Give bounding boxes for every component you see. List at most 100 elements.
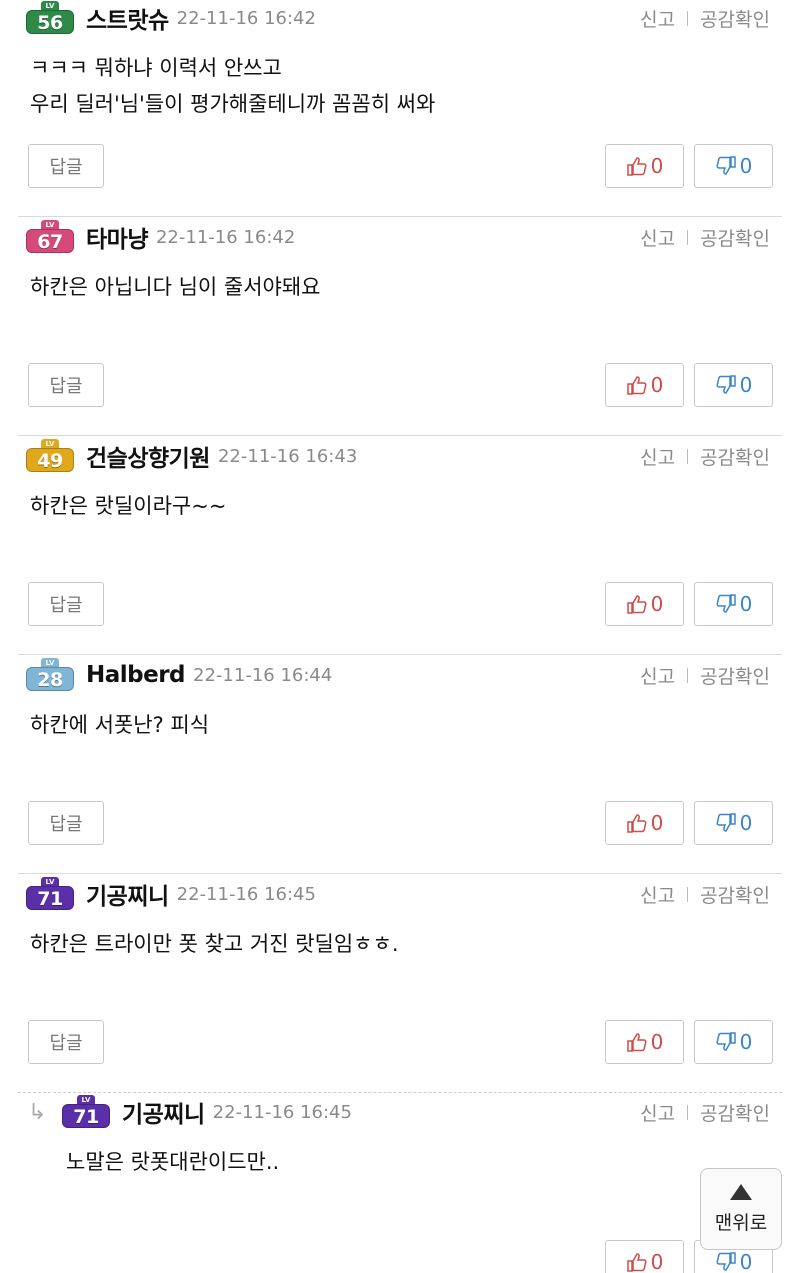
comment-date: 22-11-16 16:42 — [155, 226, 296, 248]
scroll-to-top-label: 맨위로 — [714, 1211, 768, 1234]
downvote-count: 0 — [739, 592, 753, 616]
thumbs-down-icon — [716, 1032, 736, 1051]
nickname[interactable]: 건슬상향기원 — [86, 439, 210, 473]
upvote-button[interactable]: 0 — [605, 801, 684, 845]
thumbs-down-icon — [716, 375, 736, 394]
level-number: 67 — [26, 229, 74, 253]
downvote-button[interactable]: 0 — [694, 801, 773, 845]
comment-header: LV 56 스트랏슈 22-11-16 16:42 신고 공감확인 — [26, 0, 770, 38]
upvote-button[interactable]: 0 — [605, 144, 684, 188]
reply-button[interactable]: 답글 — [28, 801, 104, 845]
upvote-button[interactable]: 0 — [605, 582, 684, 626]
arrow-up-icon — [730, 1183, 752, 1200]
level-number: 56 — [26, 10, 74, 34]
thumbs-up-icon — [626, 1033, 647, 1052]
comment-actions: 신고 공감확인 — [640, 5, 770, 32]
level-badge-icon: LV 28 — [26, 658, 74, 692]
downvote-button[interactable]: 0 — [694, 363, 773, 407]
reply-button[interactable]: 답글 — [28, 582, 104, 626]
divider — [687, 667, 689, 683]
comment-date: 22-11-16 16:45 — [212, 1101, 352, 1123]
report-link[interactable]: 신고 — [640, 662, 675, 689]
upvote-count: 0 — [650, 1030, 664, 1054]
comment-text: 하칸은 랏딜이라구~~ — [30, 494, 227, 518]
divider — [687, 886, 689, 902]
level-badge-icon: LV 71 — [26, 877, 74, 911]
comment-date: 22-11-16 16:44 — [193, 664, 333, 686]
comment: LV 28 Halberd 22-11-16 16:44 신고 공감확인하칸에 서폿난? … — [0, 655, 800, 874]
downvote-button[interactable]: 0 — [694, 582, 773, 626]
likes-view-link[interactable]: 공감확인 — [700, 1099, 770, 1126]
level-badge-icon: LV 71 — [62, 1095, 110, 1129]
level-badge-icon: LV 49 — [26, 439, 74, 473]
comment: LV 56 스트랏슈 22-11-16 16:42 신고 공감확인 ㅋㅋㅋ 뭐하냐 이력서 … — [0, 0, 800, 217]
downvote-count: 0 — [739, 1250, 753, 1273]
nickname[interactable]: 기공찌니 — [86, 877, 169, 911]
thumbs-up-icon — [626, 376, 647, 395]
comment-date: 22-11-16 16:45 — [176, 883, 316, 905]
upvote-count: 0 — [650, 1250, 664, 1273]
divider — [687, 1104, 689, 1120]
comment-actions: 신고 공감확인 — [640, 224, 770, 251]
nickname[interactable]: 스트랏슈 — [86, 1, 169, 35]
thumbs-down-icon — [716, 813, 736, 832]
reply-button[interactable]: 답글 — [28, 363, 104, 407]
level-number: 71 — [26, 886, 74, 910]
likes-view-link[interactable]: 공감확인 — [700, 443, 770, 470]
downvote-count: 0 — [739, 373, 753, 397]
report-link[interactable]: 신고 — [640, 5, 675, 32]
reply-button[interactable]: 답글 — [28, 1020, 104, 1064]
downvote-count: 0 — [739, 811, 753, 835]
comment-header: LV 71 기공찌니 22-11-16 16:45 신고 공감확인 — [26, 874, 770, 914]
divider — [687, 448, 689, 464]
level-badge-icon: LV 56 — [26, 1, 74, 35]
comment-actions: 신고 공감확인 — [640, 443, 770, 470]
reply-arrow-icon: ↳ — [28, 1100, 47, 1125]
upvote-button[interactable]: 0 — [605, 1020, 684, 1064]
thumbs-down-icon — [716, 156, 736, 175]
upvote-button[interactable]: 0 — [605, 363, 684, 407]
likes-view-link[interactable]: 공감확인 — [700, 5, 770, 32]
reply-button[interactable]: 답글 — [28, 144, 104, 188]
comment-header: LV 67 타마냥 22-11-16 16:42 신고 공감확인 — [26, 217, 770, 257]
upvote-button[interactable]: 0 — [605, 1240, 684, 1273]
level-number: 28 — [26, 667, 74, 691]
divider — [687, 10, 689, 26]
thumbs-up-icon — [626, 814, 647, 833]
report-link[interactable]: 신고 — [640, 443, 675, 470]
divider — [687, 229, 689, 245]
nickname[interactable]: 기공찌니 — [122, 1095, 205, 1129]
comment-header: LV 28 Halberd 22-11-16 16:44 신고 공감확인 — [26, 655, 770, 695]
comment-text: 노말은 랏폿대란이드만.. — [66, 1150, 280, 1174]
level-number: 49 — [26, 448, 74, 472]
likes-view-link[interactable]: 공감확인 — [700, 224, 770, 251]
nickname[interactable]: Halberd — [86, 662, 186, 688]
report-link[interactable]: 신고 — [640, 881, 675, 908]
comment-date: 22-11-16 16:42 — [176, 7, 316, 29]
thumbs-down-icon — [716, 594, 736, 613]
downvote-count: 0 — [739, 154, 753, 178]
report-link[interactable]: 신고 — [640, 1099, 675, 1126]
comment-actions: 신고 공감확인 — [640, 881, 770, 908]
downvote-button[interactable]: 0 — [694, 1020, 773, 1064]
comment-header: LV 49 건슬상향기원 22-11-16 16:43 신고 공감확인 — [26, 436, 770, 476]
comment-text: 하칸은 트라이만 폿 찾고 거진 랏딜임ㅎㅎ. — [30, 932, 399, 956]
comment-text: ㅋㅋㅋ 뭐하냐 이력서 안쓰고 우리 딜러'님'들이 평가해줄테니까 꼼꼼히 써… — [30, 56, 436, 116]
comment-text: 하칸에 서폿난? 피식 — [30, 713, 210, 737]
upvote-count: 0 — [650, 592, 664, 616]
thumbs-down-icon — [716, 1252, 736, 1271]
likes-view-link[interactable]: 공감확인 — [700, 662, 770, 689]
comment: LV 67 타마냥 22-11-16 16:42 신고 공감확인 하칸은 아닙니다 님이 줄… — [0, 217, 800, 436]
comment-text: 하칸은 아닙니다 님이 줄서야돼요 — [30, 275, 321, 299]
report-link[interactable]: 신고 — [640, 224, 675, 251]
comment-date: 22-11-16 16:43 — [217, 445, 358, 467]
comment: LV 71 기공찌니 22-11-16 16:45 신고 공감확인하칸은 트라이만 폿 찾… — [0, 874, 800, 1093]
nickname[interactable]: 타마냥 — [86, 220, 148, 254]
level-number: 71 — [62, 1104, 110, 1128]
comment-actions: 신고 공감확인 — [640, 1099, 770, 1126]
scroll-to-top-button[interactable]: 맨위로 — [700, 1168, 782, 1250]
downvote-button[interactable]: 0 — [694, 144, 773, 188]
likes-view-link[interactable]: 공감확인 — [700, 881, 770, 908]
downvote-count: 0 — [739, 1030, 753, 1054]
thumbs-up-icon — [626, 595, 647, 614]
